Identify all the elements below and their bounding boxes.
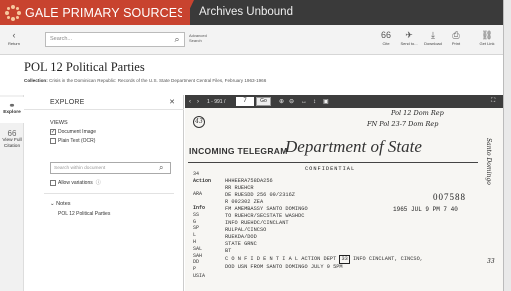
prev-page-icon[interactable]: ‹ <box>189 95 191 108</box>
product-name[interactable]: Archives Unbound <box>199 6 293 18</box>
document-image-option[interactable]: ✓ Document Image <box>50 129 96 135</box>
citation-icon: 66 <box>7 129 17 138</box>
cite-icon: 66 <box>380 30 391 40</box>
explore-icon: ⚭ <box>8 101 16 110</box>
search-within-input[interactable]: Search within document <box>50 162 171 174</box>
print-button[interactable]: ⎙ Print <box>447 30 465 46</box>
get-link-button[interactable]: ⛓ Get Link <box>476 30 498 46</box>
rail-view-full-citation[interactable]: 66 View Full Citation <box>0 127 24 161</box>
side-number: 33 <box>487 258 495 265</box>
routing-column: 34 Action ARA Info SS G SP L H SAL SAH D… <box>193 171 212 279</box>
brand-title: GALE PRIMARY SOURCES <box>25 5 186 20</box>
link-icon: ⛓ <box>481 30 493 40</box>
next-page-icon[interactable]: › <box>197 95 199 108</box>
return-button[interactable]: ‹ Return <box>5 30 23 46</box>
plain-text-checkbox[interactable] <box>50 138 56 144</box>
document-viewer: ‹ › 1 - 991 / 7 Go ⊕ ⊖ ↔ ↕ ▣ ⛶ 43 Pol 12… <box>185 95 503 291</box>
page-title: POL 12 Political Parties <box>24 60 145 74</box>
cite-button[interactable]: 66 Cite <box>376 30 396 46</box>
top-header: GALE PRIMARY SOURCES Archives Unbound <box>0 0 503 25</box>
fit-height-icon[interactable]: ↕ <box>313 95 316 108</box>
handwritten-note: FN Pol 23-7 Dom Rep <box>367 120 439 128</box>
send-to-button[interactable]: ✈ Send to... <box>398 30 420 46</box>
download-button[interactable]: ⤓ Download <box>422 30 444 46</box>
rail-explore[interactable]: ⚭ Explore <box>0 97 24 123</box>
plain-text-option[interactable]: Plain Text (OCR) <box>50 138 95 144</box>
fit-width-icon[interactable]: ↔ <box>301 95 307 108</box>
side-stamp: Santo Domingo <box>485 138 492 185</box>
toolbar: ‹ Return Search... ⌕ Advanced Search 66 … <box>0 25 503 55</box>
chevron-down-icon: ⌄ <box>50 201 55 207</box>
advanced-search-link[interactable]: Advanced Search <box>189 33 214 43</box>
telegram-body: HHHEERA758DA256 RR RUEHCR DE RUESDD 256 … <box>225 178 423 270</box>
telegram-label: INCOMING TELEGRAM <box>189 146 288 156</box>
help-icon[interactable]: ⓘ <box>96 179 101 186</box>
page-range: 1 - 991 / <box>207 98 226 105</box>
allow-variations-checkbox[interactable] <box>50 179 56 186</box>
side-rail: ⚭ Explore 66 View Full Citation <box>0 95 24 291</box>
zoom-out-icon[interactable]: ⊖ <box>289 95 294 108</box>
gale-star-icon <box>5 4 21 21</box>
document-image-checkbox[interactable]: ✓ <box>50 129 56 135</box>
stamp-number: 007588 <box>433 192 466 202</box>
handwritten-note: Pol 12 Dom Rep <box>391 109 444 117</box>
notes-item[interactable]: POL 12 Political Parties <box>58 211 110 217</box>
go-button[interactable]: Go <box>256 97 271 106</box>
page-number-input[interactable]: 7 <box>236 97 254 106</box>
print-icon: ⎙ <box>452 30 460 40</box>
telegram-image: 43 Pol 12 Dom Rep FN Pol 23-7 Dom Rep IN… <box>185 108 503 291</box>
send-icon: ✈ <box>405 30 413 40</box>
search-icon[interactable]: ⌕ <box>169 32 185 47</box>
close-icon[interactable]: ✕ <box>169 98 175 106</box>
search-icon[interactable]: ⌕ <box>159 163 163 173</box>
allow-variations-option[interactable]: Allow variations ⓘ <box>50 179 101 186</box>
chevron-left-icon: ‹ <box>12 30 16 40</box>
brand-logo[interactable]: GALE PRIMARY SOURCES <box>0 0 190 25</box>
collection-line: Collection: Crisis in the Dominican Repu… <box>24 78 267 83</box>
download-icon: ⤓ <box>431 30 435 40</box>
received-stamp: 1965 JUL 9 PM 7 40 <box>393 206 458 213</box>
viewer-toolbar: ‹ › 1 - 991 / 7 Go ⊕ ⊖ ↔ ↕ ▣ ⛶ <box>185 95 503 108</box>
collection-link[interactable]: Crisis in the Dominican Republic: Record… <box>49 78 266 83</box>
boxed-number: 33 <box>339 255 350 264</box>
explore-panel: EXPLORE ✕ VIEWS ✓ Document Image Plain T… <box>24 95 184 291</box>
search-input[interactable]: Search... <box>45 32 185 47</box>
fullscreen-icon[interactable]: ⛶ <box>491 95 495 108</box>
confidential-header: CONFIDENTIAL <box>305 166 356 172</box>
explore-title: EXPLORE <box>50 99 85 106</box>
views-heading: VIEWS <box>50 120 68 126</box>
app-window: GALE PRIMARY SOURCES Archives Unbound ‹ … <box>0 0 504 291</box>
telegram-department: Department of State <box>285 137 422 156</box>
image-settings-icon[interactable]: ▣ <box>323 95 329 108</box>
page-number-circle: 43 <box>193 116 205 128</box>
notes-toggle[interactable]: ⌄ Notes <box>50 201 71 207</box>
zoom-in-icon[interactable]: ⊕ <box>279 95 284 108</box>
